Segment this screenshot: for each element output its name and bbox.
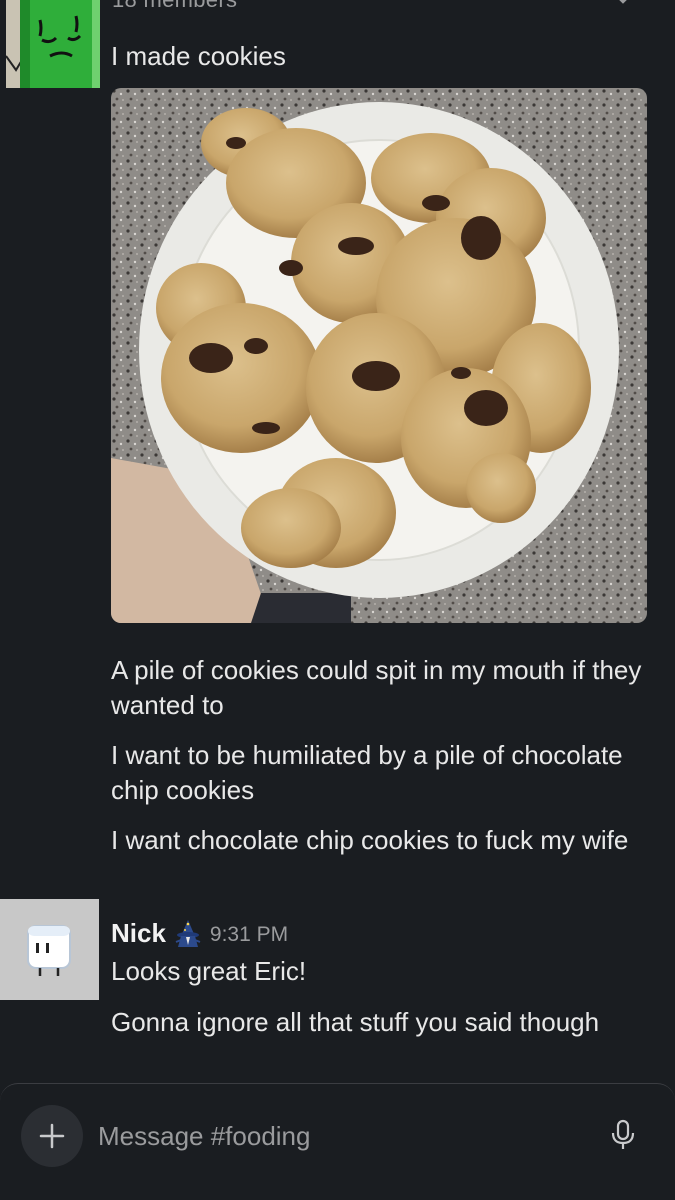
timestamp[interactable]: 9:31 PM <box>210 923 288 947</box>
message-header: Nick 9:31 PM <box>111 913 288 953</box>
message-text: Looks great Eric! <box>111 956 307 986</box>
chevron-down-icon[interactable] <box>611 0 635 4</box>
member-count[interactable]: 18 members <box>112 0 237 13</box>
avatar[interactable] <box>6 0 100 88</box>
message-text: Gonna ignore all that stuff you said tho… <box>111 1007 600 1037</box>
ice-cube-avatar-icon <box>0 899 99 1000</box>
home-indicator <box>0 1186 675 1200</box>
message-text: A pile of cookies could spit in my mouth… <box>111 655 642 720</box>
message-text: I want to be humiliated by a pile of cho… <box>111 740 623 805</box>
message-text: I made cookies <box>111 41 286 71</box>
green-book-avatar-icon <box>6 0 100 88</box>
cookie-plate-photo-icon <box>111 88 647 623</box>
add-attachment-button[interactable] <box>21 1105 83 1167</box>
channel-view: 18 members I made cookies <box>0 0 675 1200</box>
avatar[interactable] <box>0 899 99 1000</box>
wizard-emoji-icon[interactable] <box>172 918 204 948</box>
sender-name[interactable]: Nick <box>111 918 166 949</box>
microphone-icon <box>611 1119 635 1149</box>
plus-icon <box>39 1123 65 1149</box>
message-input[interactable] <box>98 1112 578 1160</box>
cookie-photo-attachment[interactable] <box>111 88 647 623</box>
channel-header[interactable]: 18 members <box>0 0 675 24</box>
voice-record-button[interactable] <box>600 1112 646 1158</box>
message-composer <box>0 1083 675 1200</box>
message-text: I want chocolate chip cookies to fuck my… <box>111 825 629 855</box>
